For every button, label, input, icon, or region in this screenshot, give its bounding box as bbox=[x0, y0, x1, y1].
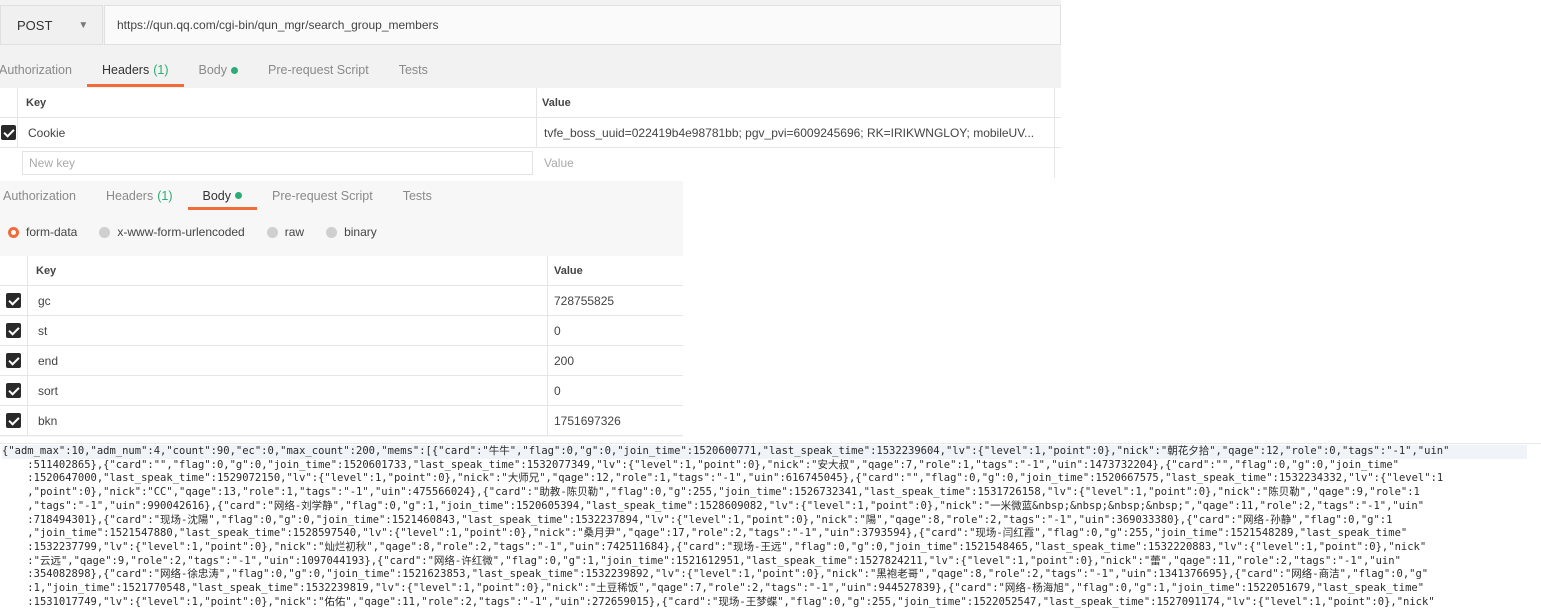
table-row: st 0 bbox=[0, 316, 683, 346]
radio-label: binary bbox=[344, 225, 377, 239]
headers-table-header: Key Value bbox=[0, 88, 1061, 118]
column-header-value: Value bbox=[542, 96, 571, 109]
tab-label: Authorization bbox=[3, 188, 76, 203]
method-dropdown[interactable]: POST ▼ bbox=[0, 5, 103, 45]
form-value: 0 bbox=[554, 323, 561, 338]
response-line: :1,"join_time":1521770548,"last_speak_ti… bbox=[2, 582, 1425, 595]
column-header-value: Value bbox=[554, 264, 583, 277]
tab-label: Tests bbox=[402, 188, 432, 203]
status-dot-icon bbox=[235, 192, 242, 199]
tab-headers[interactable]: Headers (1) bbox=[86, 53, 184, 87]
tab-tests[interactable]: Tests bbox=[384, 53, 443, 87]
response-line: ,"tags":"-1","uin":990042616},{"card":"网… bbox=[2, 499, 1425, 512]
response-body: {"adm_max":10,"adm_num":4,"count":90,"ec… bbox=[0, 443, 1541, 616]
column-header-key: Key bbox=[36, 264, 57, 277]
radio-x-www-form-urlencoded[interactable]: x-www-form-urlencoded bbox=[99, 225, 245, 239]
url-bar: POST ▼ https://qun.qq.com/cgi-bin/qun_mg… bbox=[0, 5, 1061, 45]
table-row: end 200 bbox=[0, 346, 683, 376]
form-key: gc bbox=[38, 293, 51, 308]
tab-count-badge: (1) bbox=[153, 63, 169, 77]
new-header-row: New key Value bbox=[0, 148, 1061, 178]
radio-button-icon bbox=[8, 226, 19, 238]
tab-label: Authorization bbox=[0, 63, 72, 77]
status-dot-icon bbox=[231, 66, 238, 74]
tab-tests[interactable]: Tests bbox=[388, 181, 447, 210]
tab-authorization[interactable]: Authorization bbox=[0, 53, 87, 87]
radio-label: form-data bbox=[26, 225, 78, 239]
radio-binary[interactable]: binary bbox=[326, 225, 377, 239]
row-checkbox[interactable] bbox=[6, 383, 21, 398]
header-value: tvfe_boss_uuid=022419b4e98781bb; pgv_pvi… bbox=[544, 125, 1035, 140]
response-line: :"云远","qage":9,"role":2,"tags":"-1","uin… bbox=[2, 554, 1401, 567]
form-key: bkn bbox=[38, 413, 58, 428]
url-input[interactable]: https://qun.qq.com/cgi-bin/qun_mgr/searc… bbox=[104, 5, 1061, 45]
form-table-header: Key Value bbox=[0, 256, 683, 286]
form-key: st bbox=[38, 323, 48, 338]
table-row: gc 728755825 bbox=[0, 286, 683, 316]
response-line: :1532237799,"lv":{"level":1,"point":0},"… bbox=[2, 540, 1427, 553]
tab-label: Tests bbox=[398, 63, 428, 77]
table-row: sort 0 bbox=[0, 376, 683, 406]
headers-table: Key Value Cookie tvfe_boss_uuid=022419b4… bbox=[0, 88, 1061, 181]
column-header-key: Key bbox=[26, 96, 47, 109]
response-line: ,"point":0},"nick":"CC","qage":13,"role"… bbox=[2, 486, 1420, 499]
radio-label: raw bbox=[284, 225, 305, 239]
form-key: sort bbox=[38, 383, 59, 398]
request-panel: POST ▼ https://qun.qq.com/cgi-bin/qun_mg… bbox=[0, 0, 1061, 181]
tab-headers[interactable]: Headers (1) bbox=[91, 181, 188, 210]
form-value: 200 bbox=[554, 353, 575, 368]
response-line: {"adm_max":10,"adm_num":4,"count":90,"ec… bbox=[2, 445, 1527, 459]
tab-count-badge: (1) bbox=[157, 188, 173, 203]
tab-label: Headers bbox=[105, 188, 154, 203]
new-value-input[interactable]: Value bbox=[544, 156, 574, 170]
form-key: end bbox=[38, 353, 59, 368]
response-line: ,"join_time":1521547880,"last_speak_time… bbox=[2, 527, 1408, 540]
tab-label: Pre-request Script bbox=[268, 63, 369, 77]
body-section-tabs: Authorization Headers (1) Body Pre-request S… bbox=[0, 181, 447, 210]
response-line: :718494301},{"card":"现场-沈陽","flag":0,"g"… bbox=[2, 513, 1393, 526]
tab-body[interactable]: Body bbox=[184, 53, 254, 87]
table-row: Cookie tvfe_boss_uuid=022419b4e98781bb; … bbox=[0, 118, 1061, 148]
body-panel: Authorization Headers (1) Body Pre-request S… bbox=[0, 181, 683, 437]
row-checkbox[interactable] bbox=[6, 293, 21, 308]
form-value: 0 bbox=[554, 383, 561, 398]
response-line: :511402865},{"card":"","flag":0,"g":0,"j… bbox=[2, 458, 1399, 471]
radio-form-data[interactable]: form-data bbox=[8, 225, 77, 239]
form-value: 728755825 bbox=[554, 293, 615, 308]
row-checkbox[interactable] bbox=[6, 323, 21, 338]
new-key-input[interactable]: New key bbox=[22, 151, 533, 175]
chevron-down-icon: ▼ bbox=[78, 19, 89, 31]
response-line: :1531017749,"lv":{"level":1,"point":0},"… bbox=[2, 595, 1435, 608]
tab-label: Pre-request Script bbox=[272, 188, 373, 203]
response-line: :1520647000,"last_speak_time":1529072150… bbox=[2, 472, 1444, 485]
header-key: Cookie bbox=[28, 125, 66, 140]
tab-pre-request-script[interactable]: Pre-request Script bbox=[253, 53, 384, 87]
radio-label: x-www-form-urlencoded bbox=[117, 225, 245, 239]
tab-body[interactable]: Body bbox=[187, 181, 258, 210]
request-tabs: Authorization Headers (1) Body Pre-request S… bbox=[0, 53, 443, 87]
radio-button-icon bbox=[326, 226, 338, 238]
method-label: POST bbox=[17, 17, 53, 33]
radio-button-icon bbox=[266, 226, 278, 238]
response-json: {"adm_max":10,"adm_num":4,"count":90,"ec… bbox=[2, 445, 1527, 609]
tab-pre-request-script[interactable]: Pre-request Script bbox=[257, 181, 388, 210]
response-line: :354082898},{"card":"网络-徐忠涛","flag":0,"g… bbox=[2, 568, 1429, 581]
radio-raw[interactable]: raw bbox=[266, 225, 305, 239]
row-checkbox[interactable] bbox=[6, 413, 21, 428]
radio-button-icon bbox=[99, 226, 111, 238]
tab-authorization[interactable]: Authorization bbox=[0, 181, 91, 210]
tab-label: Headers bbox=[101, 63, 150, 77]
form-value: 1751697326 bbox=[554, 413, 621, 428]
row-checkbox[interactable] bbox=[1, 125, 16, 140]
tab-label: Body bbox=[202, 188, 232, 203]
body-type-selector: form-data x-www-form-urlencoded raw binary bbox=[0, 221, 399, 243]
table-row: bkn 1751697326 bbox=[0, 406, 683, 436]
tab-label: Body bbox=[198, 63, 228, 77]
row-checkbox[interactable] bbox=[6, 353, 21, 368]
